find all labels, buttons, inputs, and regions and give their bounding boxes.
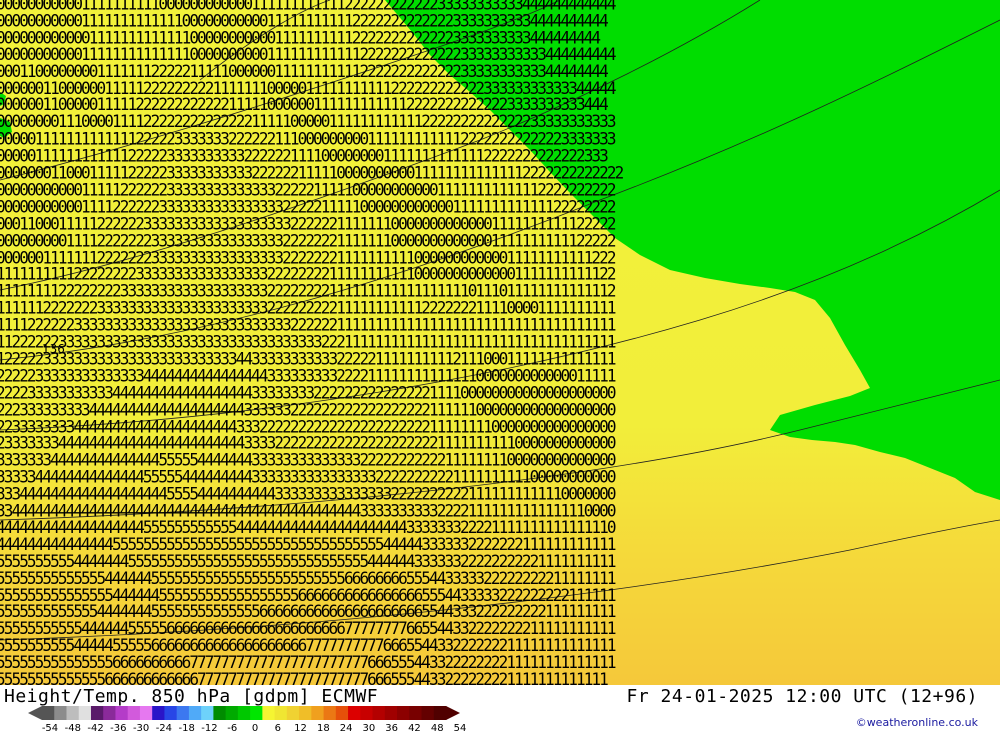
scale-swatch xyxy=(115,706,129,720)
scale-tick-label: -36 xyxy=(110,723,127,734)
scale-swatch xyxy=(78,706,92,720)
map-fields xyxy=(0,0,1000,685)
scale-swatch xyxy=(103,706,116,720)
run-time: Fr 24-01-2025 12:00 UTC (12+96) xyxy=(626,686,978,707)
weather-map: 0000000000011111111110000000000001111111… xyxy=(0,0,1000,685)
color-scale-ticks: -54 -48 -42 -36 -30 -24 -18 -12 -6 0 6 12 18 24 30 36 42… xyxy=(30,723,470,735)
scale-swatch xyxy=(360,706,374,720)
scale-arrow-left xyxy=(28,706,42,720)
scale-swatch xyxy=(152,706,165,720)
scale-swatch xyxy=(164,706,178,720)
scale-swatch xyxy=(213,706,227,720)
scale-swatch xyxy=(250,706,263,720)
scale-swatch xyxy=(335,706,349,720)
scale-tick-label: 0 xyxy=(251,723,259,734)
scale-swatch xyxy=(66,706,80,720)
scale-swatch xyxy=(286,706,300,720)
scale-swatch xyxy=(311,706,325,720)
scale-swatch xyxy=(397,706,410,720)
scale-arrow-right xyxy=(446,706,460,720)
scale-swatch xyxy=(42,706,55,720)
scale-swatch xyxy=(323,706,337,720)
scale-swatch xyxy=(372,706,386,720)
scale-swatch xyxy=(421,706,435,720)
scale-tick-label: 42 xyxy=(408,723,421,734)
scale-tick-label: -30 xyxy=(132,723,150,734)
scale-swatch xyxy=(201,706,214,720)
scale-tick-label: 24 xyxy=(339,723,353,734)
scale-swatch xyxy=(237,706,251,720)
scale-tick-label: -6 xyxy=(227,723,238,734)
scale-tick-label: 12 xyxy=(294,723,307,734)
scale-swatch xyxy=(176,706,190,720)
scale-swatch xyxy=(274,706,288,720)
scale-swatch xyxy=(433,706,447,720)
scale-swatch xyxy=(188,706,202,720)
scale-swatch xyxy=(409,706,423,720)
scale-swatch xyxy=(139,706,153,720)
scale-tick-label: 18 xyxy=(316,723,330,734)
scale-tick-label: 48 xyxy=(430,723,444,734)
scale-swatch xyxy=(348,706,361,720)
scale-tick-label: -24 xyxy=(155,723,173,734)
scale-tick-label: -54 xyxy=(41,723,59,734)
scale-swatch xyxy=(90,706,104,720)
contour-height-label: 136 xyxy=(42,342,65,356)
color-scale-bar xyxy=(28,706,460,720)
map-footer: Height/Temp. 850 hPa [gdpm] ECMWF Fr 24-… xyxy=(0,685,1000,735)
scale-swatch xyxy=(225,706,239,720)
scale-tick-label: 30 xyxy=(362,723,376,734)
scale-swatch xyxy=(54,706,67,720)
scale-tick-label: -42 xyxy=(87,723,104,734)
scale-tick-label: -12 xyxy=(201,723,218,734)
scale-tick-label: 36 xyxy=(385,723,399,734)
scale-tick-label: -18 xyxy=(178,723,195,734)
scale-swatch xyxy=(262,706,276,720)
scale-swatch xyxy=(127,706,141,720)
scale-tick-label: 54 xyxy=(453,723,467,734)
scale-swatch xyxy=(384,706,398,720)
scale-swatch xyxy=(299,706,312,720)
scale-tick-label: 6 xyxy=(274,723,281,734)
scale-tick-label: -48 xyxy=(64,723,81,734)
credit-link[interactable]: ©weatheronline.co.uk xyxy=(856,716,978,729)
